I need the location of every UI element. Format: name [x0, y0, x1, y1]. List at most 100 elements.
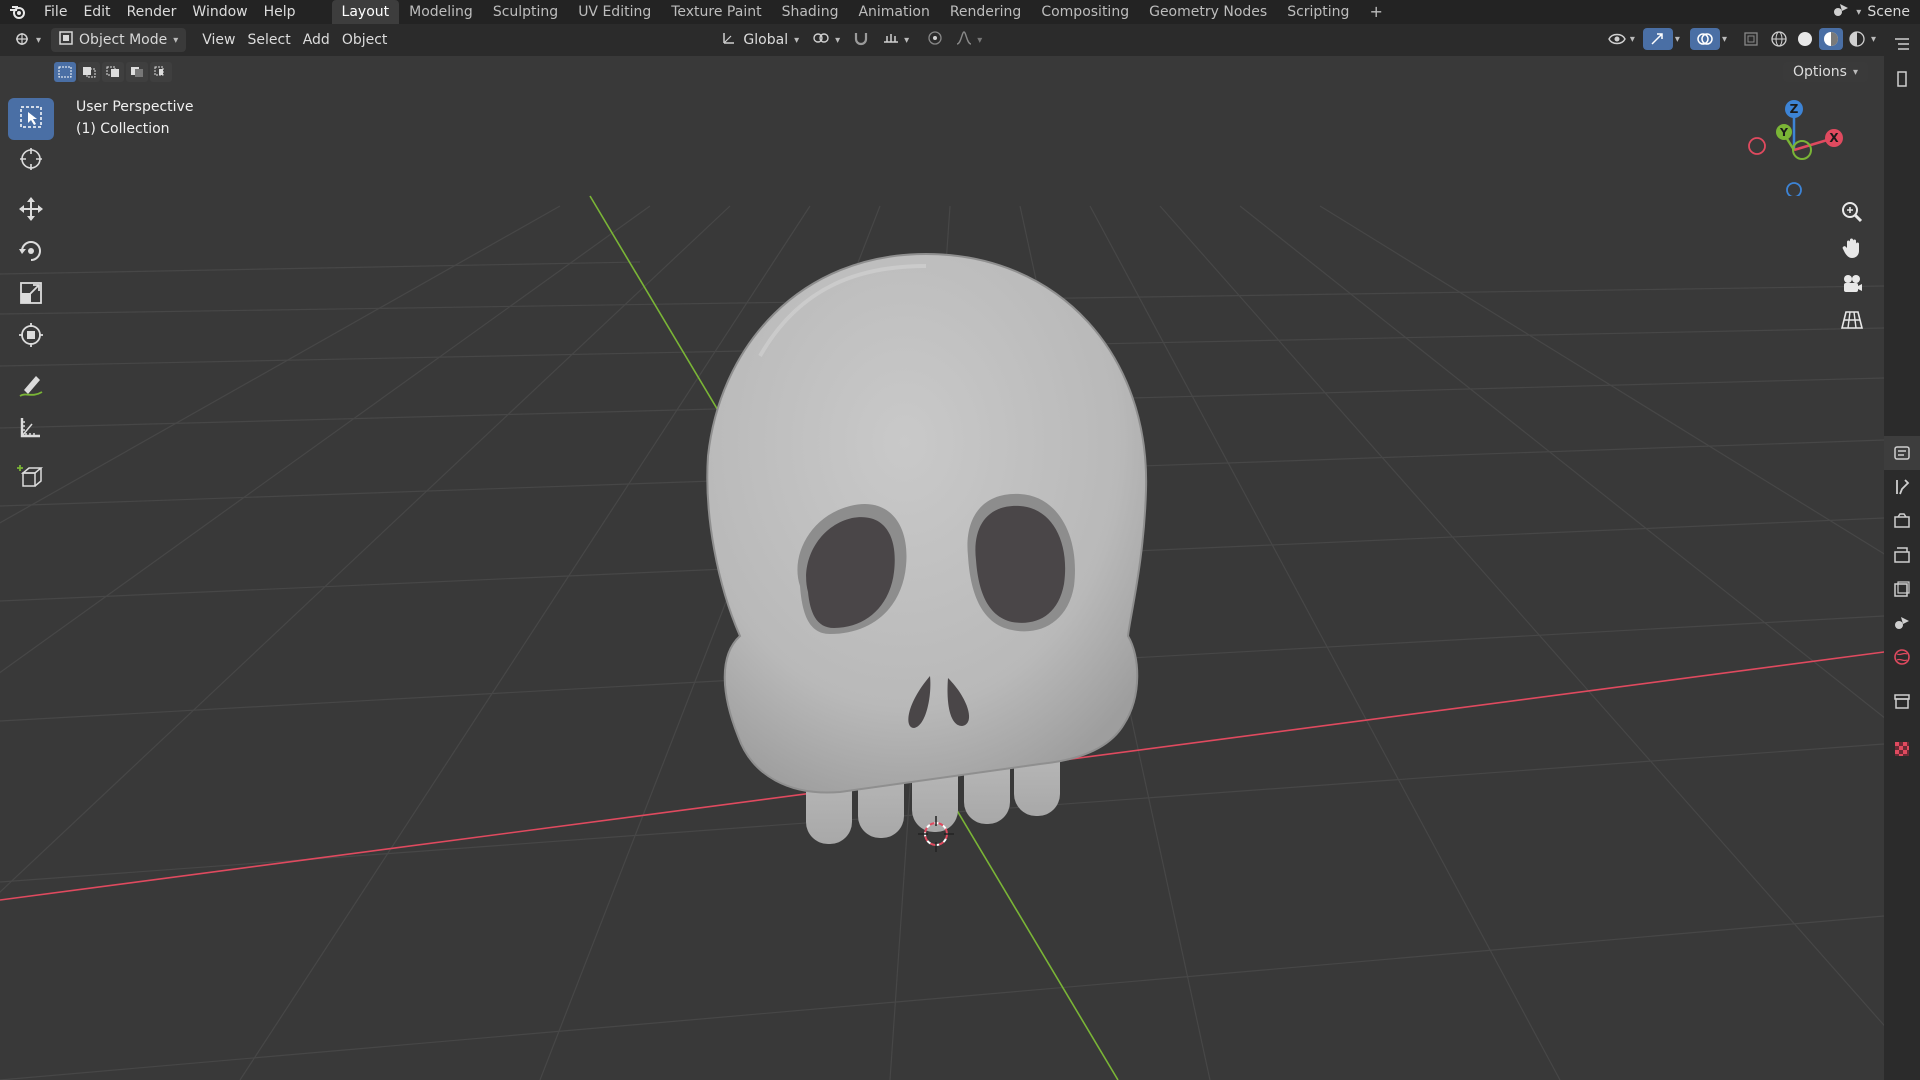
- pan-tool[interactable]: [1834, 232, 1870, 268]
- gizmo-neg-z-axis: [1786, 182, 1802, 198]
- chevron-down-icon: ▾: [1856, 6, 1862, 18]
- measure-tool[interactable]: [8, 408, 54, 450]
- zoom-tool[interactable]: [1834, 196, 1870, 232]
- falloff-dropdown[interactable]: ▾: [949, 29, 988, 51]
- sidebar-toggle-icon[interactable]: [1884, 62, 1920, 96]
- blender-logo-icon[interactable]: [0, 0, 36, 24]
- chevron-down-icon: ▾: [977, 34, 983, 46]
- chevron-down-icon: ▾: [835, 34, 841, 46]
- cursor-tool[interactable]: [8, 140, 54, 182]
- tab-uv-editing[interactable]: UV Editing: [568, 0, 661, 24]
- move-tool[interactable]: [8, 190, 54, 232]
- tab-shading[interactable]: Shading: [772, 0, 849, 24]
- tab-compositing[interactable]: Compositing: [1031, 0, 1139, 24]
- options-dropdown[interactable]: Options ▾: [1782, 62, 1868, 82]
- tab-geometry-nodes[interactable]: Geometry Nodes: [1139, 0, 1277, 24]
- snap-target-dropdown[interactable]: ▾: [876, 29, 915, 51]
- texture-properties-icon[interactable]: [1884, 732, 1920, 766]
- orientation-icon: [721, 30, 737, 50]
- scene-icon: [1832, 2, 1850, 22]
- object-mode-icon: [59, 31, 73, 49]
- gizmo-neg-x-axis: [1748, 137, 1766, 155]
- select-extend-icon[interactable]: [78, 62, 100, 82]
- cursor-icon: [18, 146, 44, 176]
- show-gizmo-icon[interactable]: [1642, 28, 1673, 50]
- left-toolbar: [8, 98, 56, 500]
- solid-shading-icon[interactable]: [1793, 28, 1817, 50]
- scene-properties-icon[interactable]: [1884, 606, 1920, 640]
- menu-object[interactable]: Object: [336, 29, 394, 51]
- menu-view[interactable]: View: [196, 29, 241, 51]
- add-workspace-button[interactable]: +: [1359, 0, 1392, 24]
- select-subtract-icon[interactable]: [102, 62, 124, 82]
- snap-toggle[interactable]: [846, 29, 876, 51]
- menu-window[interactable]: Window: [184, 0, 255, 24]
- show-overlays-icon[interactable]: [1689, 28, 1720, 50]
- material-preview-icon[interactable]: [1818, 28, 1843, 50]
- properties-tab-strip: [1884, 24, 1920, 1080]
- rotate-tool[interactable]: [8, 232, 54, 274]
- tab-layout[interactable]: Layout: [331, 0, 400, 24]
- gizmo-x-label: X: [1829, 131, 1839, 145]
- select-new-icon[interactable]: [54, 62, 76, 82]
- world-properties-icon[interactable]: [1884, 640, 1920, 674]
- snap-increment-icon: [882, 30, 900, 50]
- xray-toggle-icon[interactable]: [1737, 28, 1765, 50]
- 3d-viewport[interactable]: User Perspective (1) Collection Options …: [0, 56, 1884, 1080]
- tool-settings-icon[interactable]: [1884, 470, 1920, 504]
- camera-icon: [1841, 273, 1863, 299]
- outliner-toggle-icon[interactable]: [1884, 28, 1920, 62]
- chevron-down-icon[interactable]: ▾: [1722, 34, 1727, 45]
- tab-modeling[interactable]: Modeling: [399, 0, 483, 24]
- wireframe-shading-icon[interactable]: [1767, 28, 1791, 50]
- chevron-down-icon[interactable]: ▾: [1675, 34, 1680, 45]
- camera-view-tool[interactable]: [1834, 268, 1870, 304]
- mode-dropdown[interactable]: Object Mode ▾: [51, 28, 187, 52]
- menu-file[interactable]: File: [36, 0, 75, 24]
- menu-select[interactable]: Select: [242, 29, 297, 51]
- tab-animation[interactable]: Animation: [848, 0, 939, 24]
- render-properties-icon[interactable]: [1884, 504, 1920, 538]
- scene-selector[interactable]: ▾ Scene: [1832, 0, 1920, 24]
- transform-tool[interactable]: [8, 316, 54, 358]
- scale-tool[interactable]: [8, 274, 54, 316]
- rendered-shading-icon[interactable]: [1845, 28, 1869, 50]
- object-visibility-icon[interactable]: ▾: [1601, 28, 1641, 50]
- collection-properties-icon[interactable]: [1884, 684, 1920, 718]
- chevron-down-icon[interactable]: ▾: [1871, 34, 1876, 45]
- proportional-editing-toggle[interactable]: [921, 29, 949, 51]
- active-tool-tab-icon[interactable]: [1884, 436, 1920, 470]
- view-layer-properties-icon[interactable]: [1884, 572, 1920, 606]
- transform-orientation-dropdown[interactable]: Global ▾: [715, 29, 805, 51]
- annotate-icon: [18, 372, 44, 402]
- chevron-down-icon: ▾: [794, 34, 800, 46]
- annotate-tool[interactable]: [8, 366, 54, 408]
- menu-render[interactable]: Render: [119, 0, 185, 24]
- navigation-gizmo[interactable]: Z X Y: [1738, 96, 1848, 198]
- magnet-icon: [852, 30, 870, 50]
- chevron-down-icon: ▾: [36, 34, 42, 46]
- tab-rendering[interactable]: Rendering: [940, 0, 1032, 24]
- scale-icon: [18, 280, 44, 310]
- tab-scripting[interactable]: Scripting: [1277, 0, 1359, 24]
- viewport-floor-grid: [0, 195, 1884, 1080]
- selection-mode-buttons: [54, 62, 172, 82]
- select-intersect-icon[interactable]: [150, 62, 172, 82]
- menu-edit[interactable]: Edit: [75, 0, 118, 24]
- editor-type-button[interactable]: ▾: [8, 29, 47, 51]
- menu-add[interactable]: Add: [297, 29, 336, 51]
- tab-sculpting[interactable]: Sculpting: [483, 0, 568, 24]
- gizmo-y-label: Y: [1779, 126, 1789, 139]
- viewport-info-overlay: User Perspective (1) Collection: [76, 96, 193, 140]
- select-invert-icon[interactable]: [126, 62, 148, 82]
- tab-texture-paint[interactable]: Texture Paint: [661, 0, 771, 24]
- skull-model[interactable]: [706, 252, 1148, 844]
- menu-help[interactable]: Help: [256, 0, 304, 24]
- hand-icon: [1841, 237, 1863, 263]
- grid-perspective-icon: [1840, 309, 1864, 335]
- perspective-toggle-tool[interactable]: [1834, 304, 1870, 340]
- pivot-point-dropdown[interactable]: ▾: [805, 29, 846, 51]
- select-box-tool[interactable]: [8, 98, 54, 140]
- add-cube-tool[interactable]: [8, 458, 54, 500]
- output-properties-icon[interactable]: [1884, 538, 1920, 572]
